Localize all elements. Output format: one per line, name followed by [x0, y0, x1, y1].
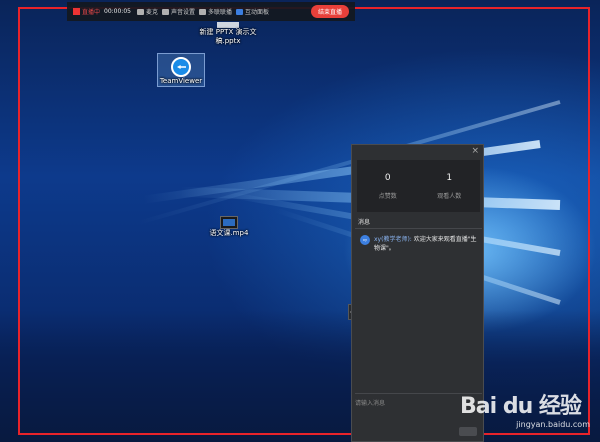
live-toolbar: 直播中 00:00:05 麦克 声音设置 多联联播 互动面板 结束直播: [67, 2, 355, 21]
watermark-logo: Bai du 经验: [460, 394, 582, 419]
message-input[interactable]: [355, 397, 450, 409]
live-icon: [73, 8, 80, 15]
user-icon: [199, 8, 206, 15]
end-live-button[interactable]: 结束直播: [310, 5, 349, 18]
viewers-stat: 1 观看人数: [419, 160, 481, 212]
camera-icon: [136, 8, 144, 15]
desktop-icon-label: 新建 PPTX 演示文稿.pptx: [199, 28, 257, 45]
messages-title: 消息: [358, 219, 371, 226]
message-body: xy(教学老师): 欢迎大家来观看直播"生物课"。: [374, 235, 478, 253]
avatar: xy: [360, 235, 370, 245]
sound-settings-button[interactable]: 声音设置: [161, 7, 195, 16]
mic-label: 麦克: [145, 9, 158, 16]
chat-message: xy xy(教学老师): 欢迎大家来观看直播"生物课"。: [360, 235, 478, 253]
interact-panel-button[interactable]: 互动面板: [236, 7, 269, 16]
desktop-icon-pptx[interactable]: 新建 PPTX 演示文稿.pptx: [196, 22, 260, 46]
live-status: 直播中: [73, 7, 100, 16]
likes-stat: 0 点赞数: [357, 160, 419, 212]
microphone-icon: [161, 8, 169, 15]
likes-label: 点赞数: [378, 192, 397, 200]
watermark-url: jingyan.baidu.com: [516, 420, 590, 429]
teamviewer-icon: [171, 57, 191, 77]
viewers-count: 1: [446, 172, 453, 183]
desktop-icon-teamviewer[interactable]: TeamViewer: [157, 53, 205, 87]
chat-icon: [236, 8, 244, 15]
stats-box: 0 点赞数 1 观看人数: [357, 160, 480, 212]
capture-frame: [18, 7, 590, 435]
message-sender: xy(教学老师):: [374, 236, 412, 243]
mic-button[interactable]: 麦克: [136, 7, 158, 16]
desktop-icon-mp4[interactable]: 语文课.mp4: [204, 216, 254, 238]
sound-settings-label: 声音设置: [170, 9, 195, 16]
video-file-icon: [220, 216, 238, 229]
close-icon[interactable]: ×: [471, 146, 479, 156]
multicam-label: 多联联播: [208, 9, 233, 16]
divider: [355, 228, 482, 229]
live-label: 直播中: [82, 9, 101, 16]
likes-count: 0: [384, 172, 391, 183]
desktop-icon-label: 语文课.mp4: [209, 229, 249, 237]
desktop-icon-label: TeamViewer: [159, 77, 203, 85]
live-timer: 00:00:05: [104, 8, 131, 15]
multicam-button[interactable]: 多联联播: [199, 7, 232, 16]
viewers-label: 观看人数: [437, 192, 462, 200]
watermark: Bai du 经验 jingyan.baidu.com: [460, 388, 590, 429]
interact-panel-label: 互动面板: [245, 9, 270, 16]
